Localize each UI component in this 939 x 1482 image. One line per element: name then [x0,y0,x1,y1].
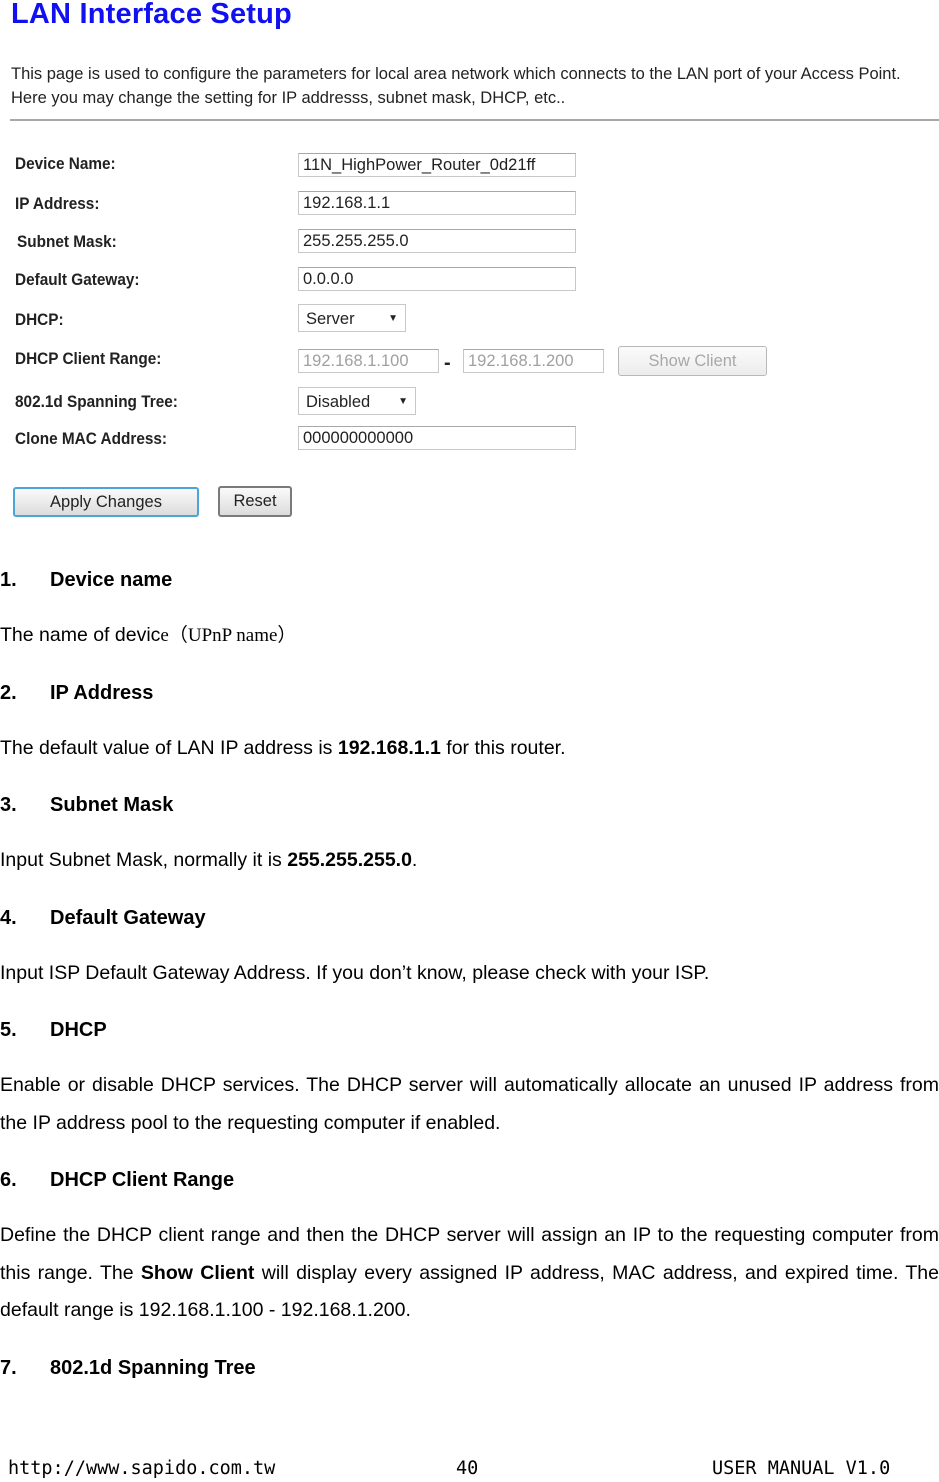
spanning-tree-select[interactable]: Disabled ▼ [298,387,416,415]
dhcp-select[interactable]: Server ▼ [298,304,406,332]
footer-url: http://www.sapido.com.tw [8,1458,276,1479]
chevron-down-icon: ▼ [388,313,398,324]
show-client-button[interactable]: Show Client [618,346,767,376]
device-name-label: Device Name: [15,155,116,173]
section-heading: 3. Subnet Mask [0,794,174,816]
chevron-down-icon: ▼ [398,396,408,407]
subnet-mask-label: Subnet Mask: [17,233,117,251]
reset-button[interactable]: Reset [218,486,292,517]
default-gateway-label: Default Gateway: [15,271,140,289]
section-heading: 4. Default Gateway [0,907,206,929]
ip-address-label: IP Address: [15,195,100,213]
subnet-mask-input[interactable]: 255.255.255.0 [298,229,576,253]
divider [10,119,939,121]
section-body: Input Subnet Mask, normally it is 255.25… [0,849,418,871]
dhcp-selected-value: Server [306,310,355,328]
section-heading: 5. DHCP [0,1019,107,1041]
footer-page-number: 40 [456,1458,479,1479]
spanning-tree-selected-value: Disabled [306,393,371,411]
section-body: The default value of LAN IP address is 1… [0,737,566,759]
spanning-tree-label: 802.1d Spanning Tree: [15,393,178,411]
clone-mac-input[interactable]: 000000000000 [298,426,576,450]
page-description: This page is used to configure the param… [11,65,901,107]
dhcp-label: DHCP: [15,311,64,329]
dhcp-range-start-input[interactable]: 192.168.1.100 [298,349,439,373]
device-name-input[interactable]: 11N_HighPower_Router_0d21ff [298,153,576,177]
section-body: Define the DHCP client range and then th… [0,1224,939,1321]
dhcp-client-range-label: DHCP Client Range: [15,350,162,368]
section-heading: 1. Device name [0,569,173,591]
section-heading: 6. DHCP Client Range [0,1169,235,1191]
section-heading: 2. IP Address [0,682,154,704]
range-separator: - [444,352,451,374]
lan-interface-screenshot: LAN Interface Setup This page is used to… [0,0,939,540]
page-title: LAN Interface Setup [11,0,292,30]
section-body: The name of device（UPnP name） [0,624,297,646]
dhcp-range-end-input[interactable]: 192.168.1.200 [463,349,604,373]
footer-manual-version: USER MANUAL V1.0 [712,1458,891,1479]
default-gateway-input[interactable]: 0.0.0.0 [298,267,576,291]
section-body: Enable or disable DHCP services. The DHC… [0,1074,939,1134]
section-body: Input ISP Default Gateway Address. If yo… [0,962,710,984]
section-heading: 7. 802.1d Spanning Tree [0,1357,256,1379]
clone-mac-label: Clone MAC Address: [15,430,168,448]
apply-changes-button[interactable]: Apply Changes [13,487,199,517]
ip-address-input[interactable]: 192.168.1.1 [298,191,576,215]
